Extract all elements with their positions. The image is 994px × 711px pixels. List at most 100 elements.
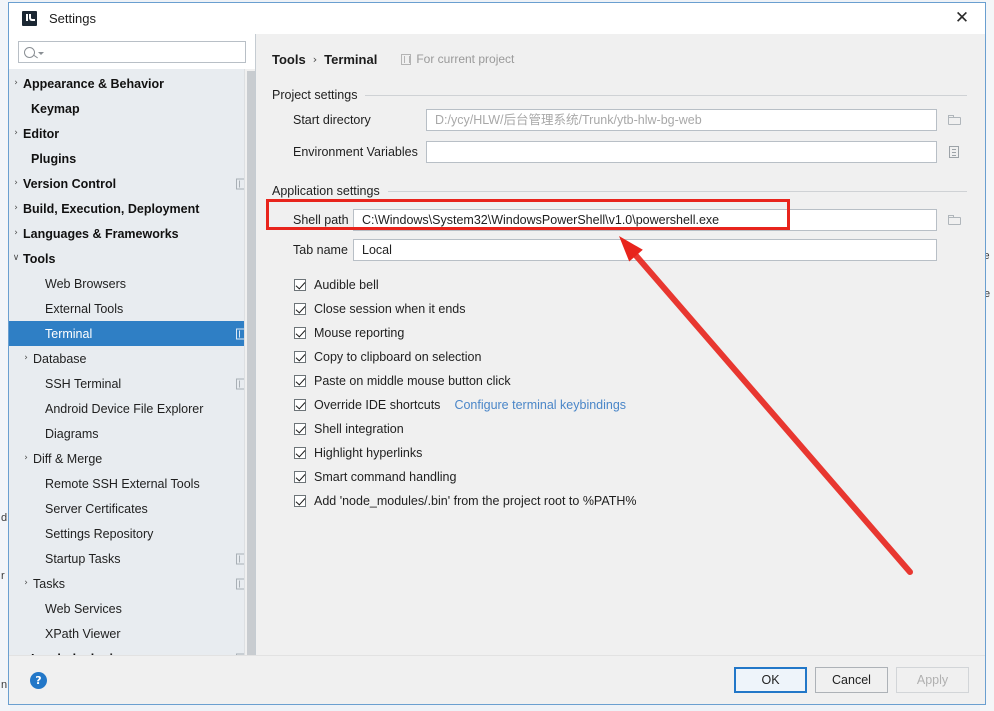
option-row[interactable]: Paste on middle mouse button click: [272, 369, 967, 393]
settings-sidebar: › Appearance & Behavior Keymap › Editor Plugi…: [9, 34, 256, 655]
chevron-right-icon[interactable]: ›: [19, 354, 33, 363]
sidebar-item-database[interactable]: › Database: [9, 346, 255, 371]
option-row[interactable]: Smart command handling: [272, 465, 967, 489]
list-icon: [949, 145, 959, 158]
checkbox-shell-integration[interactable]: [294, 423, 306, 435]
settings-tree: › Appearance & Behavior Keymap › Editor Plugi…: [9, 69, 255, 655]
sidebar-item-lombok-plugin[interactable]: Lombok plugin: [9, 646, 255, 655]
sidebar-item-tasks[interactable]: › Tasks: [9, 571, 255, 596]
sidebar-item-ssh-terminal[interactable]: SSH Terminal: [9, 371, 255, 396]
sidebar-item-label: Keymap: [31, 101, 80, 116]
checkbox-close-session-when-it-ends[interactable]: [294, 303, 306, 315]
sidebar-item-web-browsers[interactable]: Web Browsers: [9, 271, 255, 296]
option-row[interactable]: Close session when it ends: [272, 297, 967, 321]
chevron-right-icon[interactable]: ›: [9, 204, 23, 213]
sidebar-item-version-control[interactable]: › Version Control: [9, 171, 255, 196]
project-scope-icon: [401, 53, 412, 65]
chevron-right-icon[interactable]: ›: [19, 579, 33, 588]
chevron-right-icon[interactable]: ›: [9, 229, 23, 238]
option-row[interactable]: Highlight hyperlinks: [272, 441, 967, 465]
sidebar-item-startup-tasks[interactable]: Startup Tasks: [9, 546, 255, 571]
tab-name-field: Tab name: [272, 235, 967, 264]
shell-path-label: Shell path: [293, 212, 349, 227]
sidebar-item-tools[interactable]: ∨ Tools: [9, 246, 255, 271]
breadcrumb-current: Terminal: [324, 51, 378, 67]
option-row[interactable]: Mouse reporting: [272, 321, 967, 345]
sidebar-item-label: Web Browsers: [45, 276, 127, 291]
option-row[interactable]: Audible bell: [272, 273, 967, 297]
sidebar-scrollbar-thumb[interactable]: [247, 71, 255, 655]
checkbox-add-node-modules-bin-from-the-project-root-to-path[interactable]: [294, 495, 306, 507]
search-container: [9, 34, 255, 69]
checkbox-paste-on-middle-mouse-button-click[interactable]: [294, 375, 306, 387]
sidebar-item-keymap[interactable]: Keymap: [9, 96, 255, 121]
tab-name-input[interactable]: [360, 241, 930, 258]
sidebar-item-external-tools[interactable]: External Tools: [9, 296, 255, 321]
ok-button[interactable]: OK: [734, 667, 807, 693]
settings-content: Tools › Terminal For current project Pro…: [256, 34, 985, 655]
sidebar-item-android-device-file-explorer[interactable]: Android Device File Explorer: [9, 396, 255, 421]
background-text: n: [1, 679, 8, 691]
close-icon[interactable]: ✕: [939, 3, 985, 33]
sidebar-item-label: Startup Tasks: [45, 551, 121, 566]
search-box[interactable]: [18, 41, 246, 63]
start-directory-input[interactable]: [433, 111, 930, 128]
environment-variables-input-wrap[interactable]: [426, 140, 937, 163]
folder-icon: [947, 114, 961, 125]
sidebar-item-label: Web Services: [45, 601, 122, 616]
sidebar-item-settings-repository[interactable]: Settings Repository: [9, 521, 255, 546]
checkbox-copy-to-clipboard-on-selection[interactable]: [294, 351, 306, 363]
chevron-right-icon[interactable]: ›: [9, 129, 23, 138]
chevron-right-icon[interactable]: ›: [9, 79, 23, 88]
checkbox-mouse-reporting[interactable]: [294, 327, 306, 339]
checkbox-highlight-hyperlinks[interactable]: [294, 447, 306, 459]
window-title: Settings: [49, 10, 96, 26]
sidebar-item-server-certificates[interactable]: Server Certificates: [9, 496, 255, 521]
sidebar-item-label: Diff & Merge: [33, 451, 103, 466]
configure-terminal-keybindings-link[interactable]: Configure terminal keybindings: [454, 398, 626, 412]
sidebar-item-xpath-viewer[interactable]: XPath Viewer: [9, 621, 255, 646]
start-directory-label: Start directory: [293, 112, 371, 127]
help-icon[interactable]: ?: [30, 671, 47, 689]
chevron-down-icon[interactable]: ∨: [9, 254, 23, 263]
start-directory-input-wrap[interactable]: [426, 108, 937, 131]
sidebar-item-appearance-behavior[interactable]: › Appearance & Behavior: [9, 71, 255, 96]
sidebar-item-build-execution-deployment[interactable]: › Build, Execution, Deployment: [9, 196, 255, 221]
start-directory-browse-button[interactable]: [941, 109, 967, 131]
environment-variables-label: Environment Variables: [293, 144, 418, 159]
option-row[interactable]: Copy to clipboard on selection: [272, 345, 967, 369]
shell-path-browse-button[interactable]: [941, 209, 967, 231]
checkbox-override-ide-shortcuts[interactable]: [294, 399, 306, 411]
sidebar-item-label: Database: [33, 351, 87, 366]
sidebar-item-languages-frameworks[interactable]: › Languages & Frameworks: [9, 221, 255, 246]
chevron-right-icon[interactable]: ›: [9, 179, 23, 188]
sidebar-item-diff-merge[interactable]: › Diff & Merge: [9, 446, 255, 471]
tab-name-input-wrap[interactable]: [353, 238, 937, 261]
sidebar-item-plugins[interactable]: Plugins: [9, 146, 255, 171]
shell-path-input-wrap[interactable]: [353, 208, 937, 231]
sidebar-item-editor[interactable]: › Editor: [9, 121, 255, 146]
checkbox-label: Shell integration: [314, 422, 404, 436]
environment-variables-input[interactable]: [433, 143, 930, 160]
sidebar-item-terminal[interactable]: Terminal: [9, 321, 255, 346]
search-input[interactable]: [44, 42, 240, 62]
search-icon: [24, 46, 35, 58]
option-row[interactable]: Override IDE shortcuts Configure terminal…: [272, 393, 967, 417]
sidebar-scrollbar[interactable]: [244, 69, 255, 655]
option-row[interactable]: Shell integration: [272, 417, 967, 441]
sidebar-item-web-services[interactable]: Web Services: [9, 596, 255, 621]
shell-path-input[interactable]: [360, 211, 930, 228]
apply-button[interactable]: Apply: [896, 667, 969, 693]
sidebar-item-diagrams[interactable]: Diagrams: [9, 421, 255, 446]
sidebar-item-label: Tasks: [33, 576, 65, 591]
breadcrumb-parent[interactable]: Tools: [272, 52, 306, 67]
option-row[interactable]: Add 'node_modules/.bin' from the project…: [272, 489, 967, 513]
checkbox-smart-command-handling[interactable]: [294, 471, 306, 483]
chevron-right-icon[interactable]: ›: [19, 454, 33, 463]
cancel-button[interactable]: Cancel: [815, 667, 888, 693]
dialog-buttons: OK Cancel Apply: [734, 667, 969, 693]
sidebar-item-label: Tools: [23, 251, 56, 266]
sidebar-item-remote-ssh-external-tools[interactable]: Remote SSH External Tools: [9, 471, 255, 496]
checkbox-audible-bell[interactable]: [294, 279, 306, 291]
environment-variables-edit-button[interactable]: [941, 141, 967, 163]
